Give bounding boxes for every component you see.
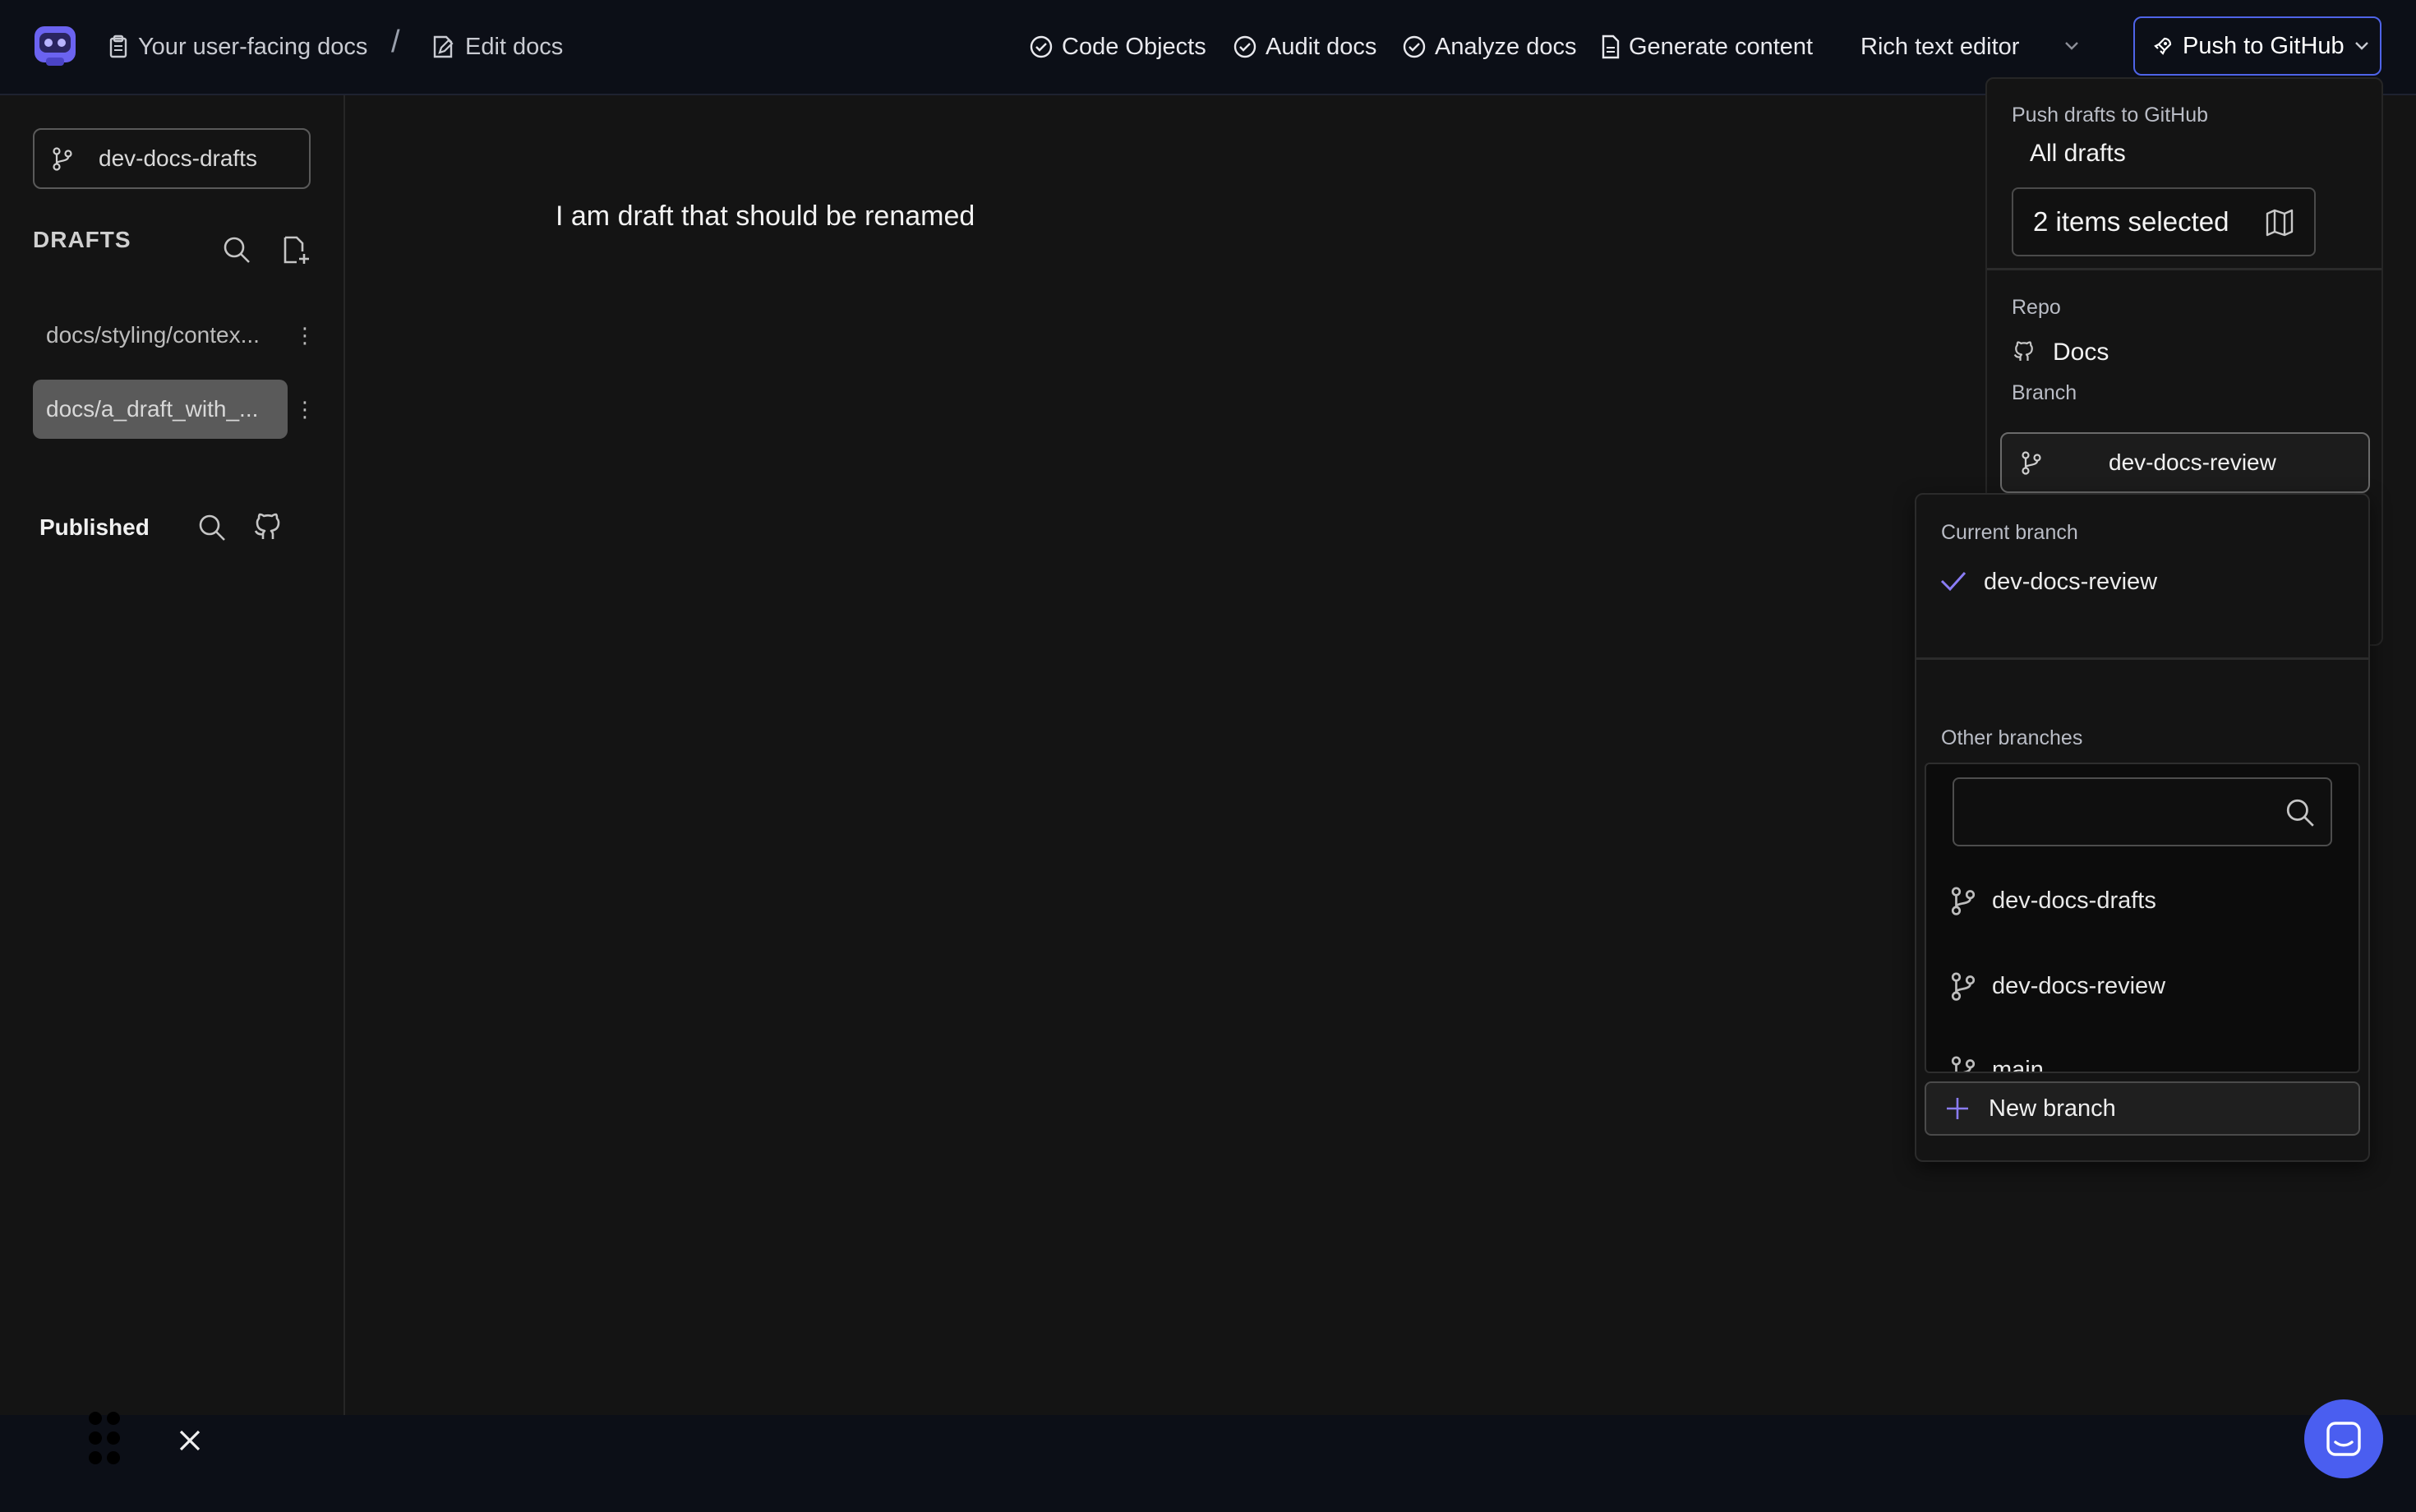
other-branches-heading: Other branches xyxy=(1941,726,2083,749)
plus-icon xyxy=(1947,1098,1968,1119)
branch-option-label: dev-docs-drafts xyxy=(1992,887,2156,914)
search-published-icon[interactable] xyxy=(197,513,227,542)
breadcrumb-separator: / xyxy=(391,25,400,59)
git-branch-icon xyxy=(1951,1056,1976,1072)
breadcrumb-docs-label: Your user-facing docs xyxy=(138,33,368,60)
draft-item-label: docs/styling/contex... xyxy=(46,322,260,348)
nav-code-objects[interactable]: Code Objects xyxy=(1029,0,1206,94)
clipboard-icon xyxy=(109,35,127,58)
chat-support-button[interactable] xyxy=(2304,1399,2383,1478)
chevron-down-icon xyxy=(2065,42,2078,50)
sidebar xyxy=(0,95,345,1415)
repo-label: Repo xyxy=(2012,296,2061,319)
repo-name: Docs xyxy=(2053,339,2109,366)
checkmark-icon xyxy=(1939,569,1967,593)
git-branch-icon xyxy=(2022,451,2041,475)
close-icon[interactable] xyxy=(178,1428,202,1453)
editor-mode-select[interactable]: Rich text editor xyxy=(1842,15,2163,79)
rocket-icon xyxy=(2154,37,2172,55)
map-icon xyxy=(2266,209,2294,237)
nav-analyze-docs[interactable]: Analyze docs xyxy=(1402,0,1577,94)
push-to-github-label: Push to GitHub xyxy=(2183,32,2345,59)
items-selected-select[interactable]: 2 items selected xyxy=(2012,187,2316,256)
branch-option-label: dev-docs-review xyxy=(1992,972,2166,999)
edit-document-icon xyxy=(433,35,454,58)
items-selected-label: 2 items selected xyxy=(2033,206,2229,237)
document-icon xyxy=(1602,35,1620,59)
nav-generate-content-label: Generate content xyxy=(1629,33,1814,60)
draft-more-icon[interactable]: ⋮ xyxy=(294,393,316,426)
git-branch-icon xyxy=(1951,972,1976,1001)
check-circle-icon xyxy=(1233,35,1256,58)
push-panel-title: Push drafts to GitHub xyxy=(2012,104,2209,127)
dropdown-divider xyxy=(1916,657,2368,660)
chat-icon xyxy=(2326,1422,2361,1456)
nav-analyze-docs-label: Analyze docs xyxy=(1435,33,1577,60)
branch-list-clip: main xyxy=(1926,1042,2358,1072)
drafts-heading: DRAFTS xyxy=(33,227,131,252)
draft-item-selected[interactable]: docs/a_draft_with_... xyxy=(33,380,288,439)
branch-search-field[interactable] xyxy=(1966,787,2281,838)
github-icon[interactable] xyxy=(251,509,284,542)
search-drafts-icon[interactable] xyxy=(222,235,251,265)
bottom-bar xyxy=(0,1415,2416,1512)
current-branch-item[interactable]: dev-docs-review xyxy=(1984,569,2157,596)
target-branch-label: dev-docs-review xyxy=(2109,449,2276,475)
editor-mode-label: Rich text editor xyxy=(1860,33,2020,60)
nav-audit-docs[interactable]: Audit docs xyxy=(1233,0,1376,94)
nav-audit-docs-label: Audit docs xyxy=(1266,33,1377,60)
draft-more-icon[interactable]: ⋮ xyxy=(294,319,316,352)
branch-option[interactable]: main xyxy=(1949,1045,2044,1072)
draft-item[interactable]: docs/styling/contex... xyxy=(33,306,288,365)
branch-option-label: main xyxy=(1992,1056,2044,1072)
push-scope-all-drafts[interactable]: All drafts xyxy=(2030,140,2126,168)
breadcrumb-docs[interactable]: Your user-facing docs xyxy=(108,0,367,94)
nav-code-objects-label: Code Objects xyxy=(1062,33,1206,60)
check-circle-icon xyxy=(1030,35,1053,58)
push-to-github-button[interactable]: Push to GitHub xyxy=(2133,16,2381,76)
draft-item-label: docs/a_draft_with_... xyxy=(46,396,259,422)
new-branch-label: New branch xyxy=(1989,1095,2116,1122)
git-branch-icon xyxy=(53,147,72,171)
panel-divider xyxy=(1987,268,2381,270)
breadcrumb-edit-docs[interactable]: Edit docs xyxy=(431,0,563,94)
branch-switcher[interactable]: dev-docs-drafts xyxy=(33,128,311,189)
drag-handle-icon[interactable] xyxy=(87,1410,123,1466)
editor-content[interactable]: I am draft that should be renamed xyxy=(556,201,975,233)
branch-option[interactable]: dev-docs-review xyxy=(1949,961,2165,1011)
branch-option[interactable]: dev-docs-drafts xyxy=(1949,876,2156,925)
breadcrumb-edit-docs-label: Edit docs xyxy=(465,33,564,60)
branch-search-input[interactable] xyxy=(1953,777,2332,846)
app-logo-icon[interactable] xyxy=(31,21,79,69)
chevron-down-icon xyxy=(2354,42,2368,50)
check-circle-icon xyxy=(1403,35,1426,58)
new-branch-button[interactable]: New branch xyxy=(1925,1081,2360,1136)
published-heading: Published xyxy=(39,514,150,540)
current-branch-heading: Current branch xyxy=(1941,521,2078,544)
search-icon xyxy=(2286,799,2314,827)
nav-generate-content[interactable]: Generate content xyxy=(1601,0,1813,94)
branch-switcher-label: dev-docs-drafts xyxy=(99,145,257,171)
git-branch-icon xyxy=(1951,887,1976,915)
new-draft-icon[interactable] xyxy=(281,235,311,265)
branch-label: Branch xyxy=(2012,381,2077,404)
github-icon xyxy=(2012,339,2036,363)
target-branch-select[interactable]: dev-docs-review xyxy=(2000,432,2370,493)
